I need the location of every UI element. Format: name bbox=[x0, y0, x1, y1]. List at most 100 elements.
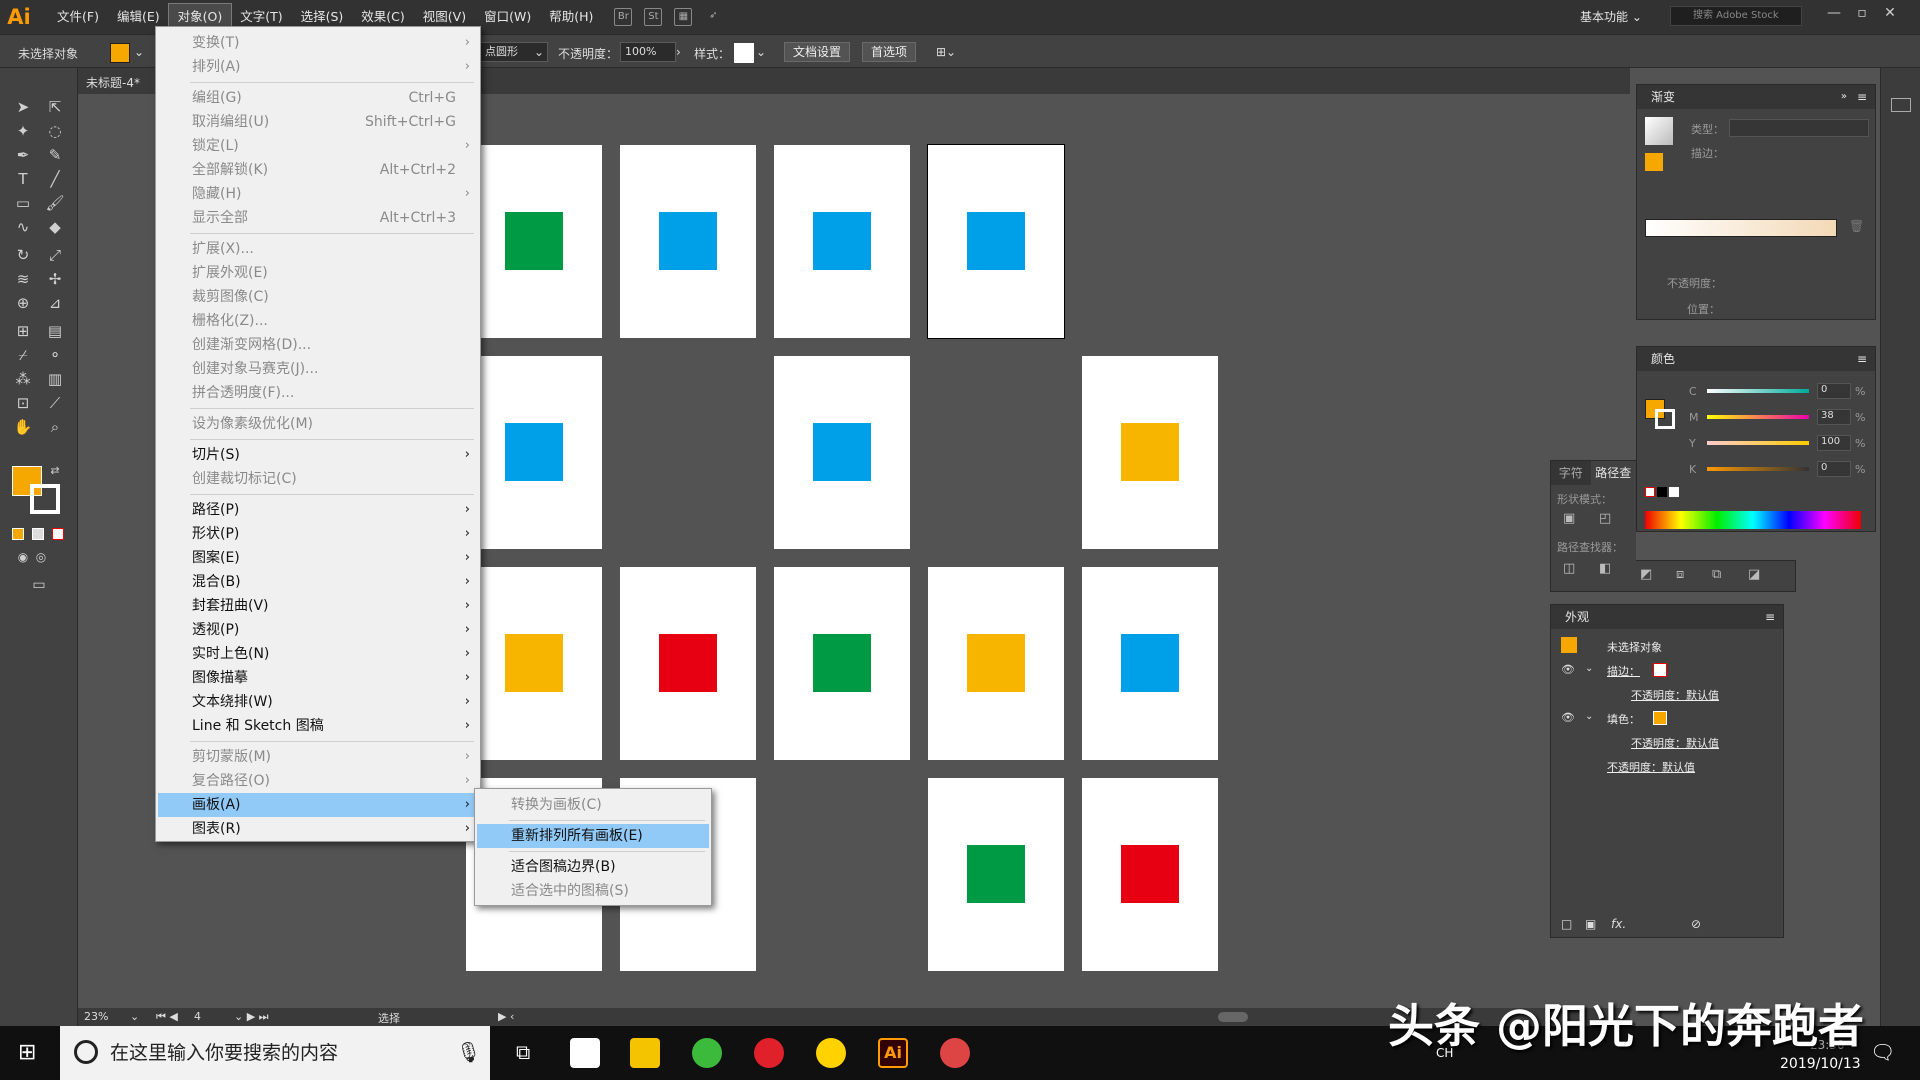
add-stroke-icon[interactable]: □ bbox=[1561, 917, 1572, 931]
artboard-tool-icon[interactable]: ⊡ bbox=[12, 392, 34, 414]
artboard-9[interactable] bbox=[620, 567, 756, 760]
paintbrush-icon[interactable]: 🖌 bbox=[44, 192, 66, 214]
video-icon[interactable] bbox=[816, 1038, 846, 1068]
object-menu-item-32[interactable]: Line 和 Sketch 图稿 › bbox=[158, 714, 478, 738]
merge-icon[interactable]: ◩ bbox=[1640, 567, 1652, 582]
gradient-slider[interactable] bbox=[1645, 219, 1837, 237]
pen-tool-icon[interactable]: ✒ bbox=[12, 144, 34, 166]
microphone-icon[interactable]: 🎙 bbox=[456, 1040, 481, 1064]
status-arrows-icon[interactable]: ▶ ‹ bbox=[498, 1010, 514, 1023]
blend-tool-icon[interactable]: ⚬ bbox=[44, 344, 66, 366]
clock[interactable]: 23:50 2019/10/13 bbox=[1780, 1038, 1861, 1072]
expand-icon[interactable]: » bbox=[1841, 85, 1847, 109]
object-menu-item-0[interactable]: 变换(T) › bbox=[158, 31, 478, 55]
artboard-6[interactable] bbox=[774, 356, 910, 549]
magic-wand-icon[interactable]: ✦ bbox=[12, 120, 34, 142]
artboard-12[interactable] bbox=[1082, 567, 1218, 760]
artboard-submenu-item-4[interactable]: 适合图稿边界(B) bbox=[477, 855, 709, 879]
minus-front-icon[interactable]: ◰ bbox=[1599, 511, 1611, 526]
chevron-down-icon[interactable]: ⌄ bbox=[534, 45, 544, 59]
object-menu-item-30[interactable]: 图像描摹 › bbox=[158, 666, 478, 690]
task-view-icon[interactable]: ⧉ bbox=[516, 1040, 530, 1064]
artboard-5[interactable] bbox=[466, 356, 602, 549]
browser-icon[interactable] bbox=[692, 1038, 722, 1068]
object-menu-item-18[interactable]: 设为像素级优化(M) bbox=[158, 412, 478, 436]
symbol-sprayer-icon[interactable]: ⁂ bbox=[12, 368, 34, 390]
appearance-stroke-label[interactable]: 描边： bbox=[1607, 663, 1640, 679]
channel-value-M[interactable]: 38 bbox=[1817, 409, 1851, 425]
artboard-10[interactable] bbox=[774, 567, 910, 760]
object-menu-item-28[interactable]: 透视(P) › bbox=[158, 618, 478, 642]
document-setup-button[interactable]: 文档设置 bbox=[784, 42, 851, 62]
fill-opacity-label[interactable]: 不透明度：默认值 bbox=[1631, 735, 1719, 751]
object-menu-item-7[interactable]: 隐藏(H) › bbox=[158, 182, 478, 206]
gradient-tool-icon[interactable]: ▤ bbox=[44, 320, 66, 342]
align-icon[interactable]: ⊞⌄ bbox=[936, 45, 956, 59]
artboard-2[interactable] bbox=[620, 145, 756, 338]
object-menu-item-3[interactable]: 编组(G) Ctrl+G bbox=[158, 86, 478, 110]
style-swatch[interactable] bbox=[734, 43, 754, 63]
gpu-rocket-icon[interactable]: ➶ bbox=[704, 8, 722, 26]
object-menu-item-13[interactable]: 栅格化(Z)... bbox=[158, 309, 478, 333]
artboard-8[interactable] bbox=[466, 567, 602, 760]
menu-7[interactable]: 窗口(W) bbox=[475, 4, 540, 30]
type-tool-icon[interactable]: T bbox=[12, 168, 34, 190]
object-menu-item-37[interactable]: 图表(R) › bbox=[158, 817, 478, 841]
chevron-down-icon[interactable]: ⌄ bbox=[1585, 711, 1593, 722]
zoom-level[interactable]: 23% bbox=[84, 1010, 108, 1023]
panel-menu-icon[interactable]: ≡ bbox=[1857, 347, 1867, 371]
chevron-down-icon[interactable]: ⌄ bbox=[756, 45, 766, 59]
object-menu-item-34[interactable]: 剪切蒙版(M) › bbox=[158, 745, 478, 769]
warp-tool-icon[interactable]: ≋ bbox=[12, 268, 34, 290]
fx-icon[interactable]: fx. bbox=[1611, 917, 1626, 931]
black-swatch[interactable] bbox=[1657, 487, 1667, 497]
visibility-eye-icon[interactable]: 👁 bbox=[1561, 663, 1575, 676]
artboard-11[interactable] bbox=[928, 567, 1064, 760]
artboard-1[interactable] bbox=[466, 145, 602, 338]
taskbar-search-input[interactable]: 在这里输入你要搜索的内容 bbox=[60, 1026, 490, 1080]
document-tab[interactable]: 未标题-4* bbox=[86, 74, 140, 91]
slice-tool-icon[interactable]: ⟋ bbox=[44, 392, 66, 414]
stock-icon[interactable]: St bbox=[644, 8, 663, 26]
artboard-submenu-item-2[interactable]: 重新排列所有画板(E) bbox=[477, 824, 709, 848]
gradient-type-select[interactable] bbox=[1729, 119, 1869, 137]
outline-icon[interactable]: ⧉ bbox=[1712, 567, 1721, 582]
menu-8[interactable]: 帮助(H) bbox=[540, 4, 602, 30]
maximize-icon[interactable]: ▫ bbox=[1850, 4, 1874, 24]
object-menu-item-8[interactable]: 显示全部 Alt+Ctrl+3 bbox=[158, 206, 478, 230]
square-red[interactable] bbox=[1121, 845, 1179, 903]
object-menu-item-5[interactable]: 锁定(L) › bbox=[158, 134, 478, 158]
draw-behind-icon[interactable]: ◎ bbox=[30, 546, 52, 568]
square-blue[interactable] bbox=[1121, 634, 1179, 692]
store-icon[interactable] bbox=[570, 1038, 600, 1068]
rotate-tool-icon[interactable]: ↻ bbox=[12, 244, 34, 266]
channel-value-K[interactable]: 0 bbox=[1817, 461, 1851, 477]
divide-icon[interactable]: ◫ bbox=[1563, 561, 1575, 576]
chevron-down-icon[interactable]: ⌄ bbox=[134, 45, 144, 59]
bridge-icon[interactable]: Br bbox=[614, 8, 633, 26]
minus-back-icon[interactable]: ◪ bbox=[1748, 567, 1760, 582]
arrange-docs-icon[interactable]: ▦ bbox=[674, 8, 693, 26]
artboard-16[interactable] bbox=[1082, 778, 1218, 971]
color-mode-icon[interactable] bbox=[12, 528, 24, 540]
delete-stop-icon[interactable]: 🗑 bbox=[1849, 219, 1864, 233]
object-menu-item-10[interactable]: 扩展(X)... bbox=[158, 237, 478, 261]
channel-value-Y[interactable]: 100 bbox=[1817, 435, 1851, 451]
square-orange[interactable] bbox=[505, 634, 563, 692]
object-menu-item-6[interactable]: 全部解锁(K) Alt+Ctrl+2 bbox=[158, 158, 478, 182]
gradient-mode-icon[interactable] bbox=[32, 528, 44, 540]
object-menu-item-20[interactable]: 切片(S) › bbox=[158, 443, 478, 467]
direct-selection-tool-icon[interactable]: ⇱ bbox=[44, 96, 66, 118]
object-menu-item-23[interactable]: 路径(P) › bbox=[158, 498, 478, 522]
music-icon[interactable] bbox=[754, 1038, 784, 1068]
add-fill-icon[interactable]: ▣ bbox=[1585, 917, 1596, 931]
line-tool-icon[interactable]: ╱ bbox=[44, 168, 66, 190]
tab-character[interactable]: 字符 bbox=[1551, 461, 1591, 485]
square-red[interactable] bbox=[659, 634, 717, 692]
square-green[interactable] bbox=[813, 634, 871, 692]
channel-slider-M[interactable] bbox=[1707, 415, 1809, 419]
clear-appearance-icon[interactable]: ⊘ bbox=[1691, 917, 1701, 931]
preferences-button[interactable]: 首选项 bbox=[862, 42, 917, 62]
fill-swatch[interactable] bbox=[110, 43, 130, 63]
eyedropper-icon[interactable]: ⌿ bbox=[12, 344, 34, 366]
